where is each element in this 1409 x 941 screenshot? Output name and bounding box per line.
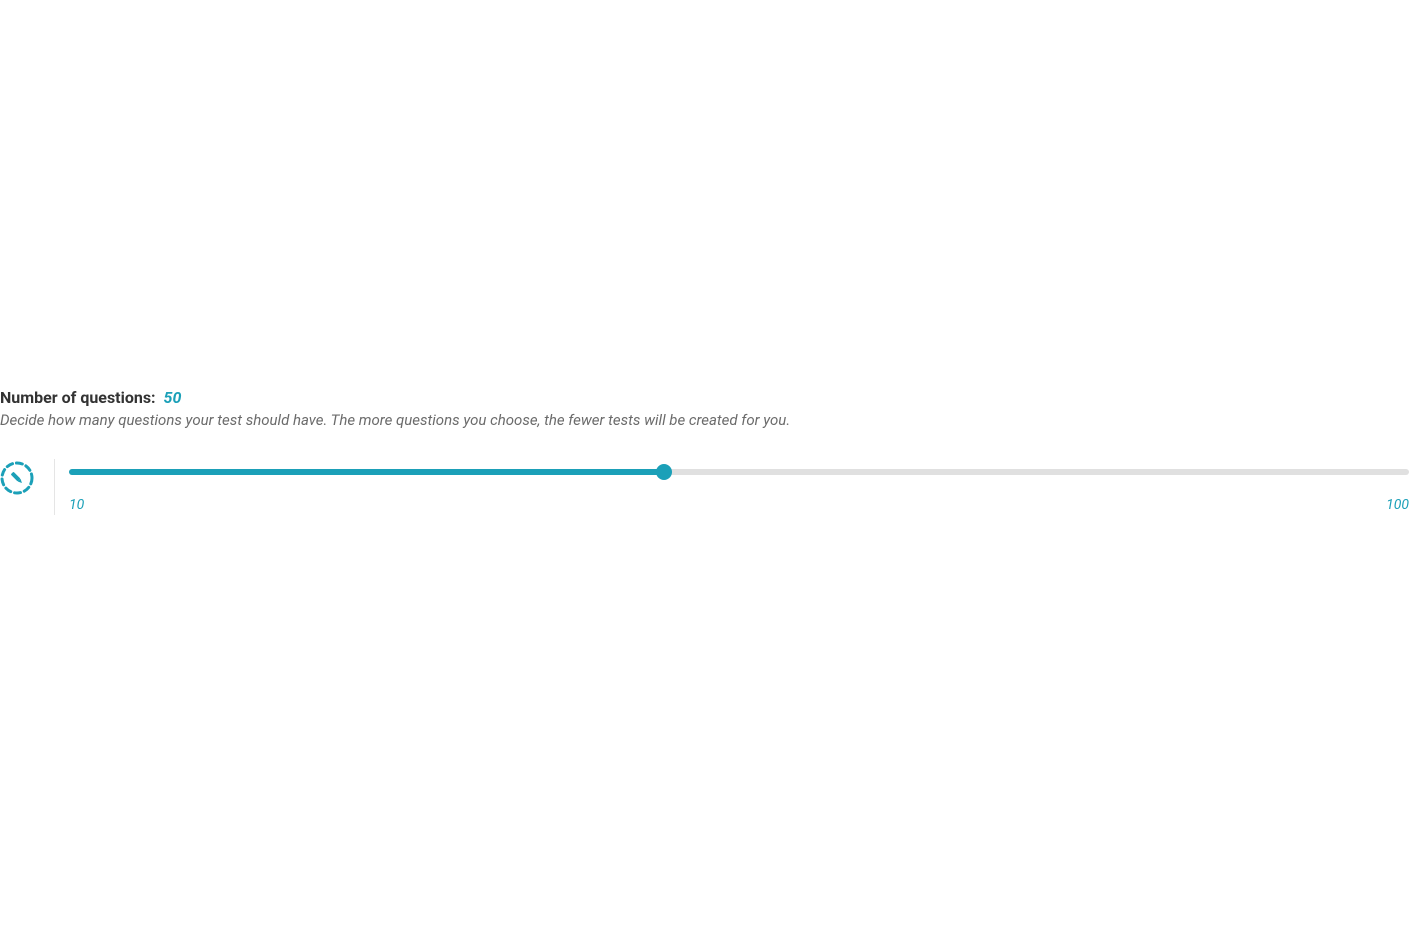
field-label: Number of questions: — [0, 388, 156, 407]
field-description: Decide how many questions your test shou… — [0, 411, 1409, 429]
slider-min-label: 10 — [69, 497, 84, 513]
current-value: 50 — [164, 388, 182, 407]
edit-progress-icon — [0, 461, 34, 495]
question-count-slider[interactable] — [69, 469, 1409, 475]
slider-labels: 10 100 — [69, 497, 1409, 513]
header-row: Number of questions: 50 — [0, 388, 1409, 407]
slider-thumb[interactable] — [656, 464, 672, 480]
divider — [54, 459, 55, 515]
slider-row: 10 100 — [0, 459, 1409, 515]
question-count-section: Number of questions: 50 Decide how many … — [0, 388, 1409, 515]
slider-wrapper: 10 100 — [69, 459, 1409, 513]
slider-max-label: 100 — [1386, 497, 1409, 513]
slider-fill — [69, 469, 664, 475]
